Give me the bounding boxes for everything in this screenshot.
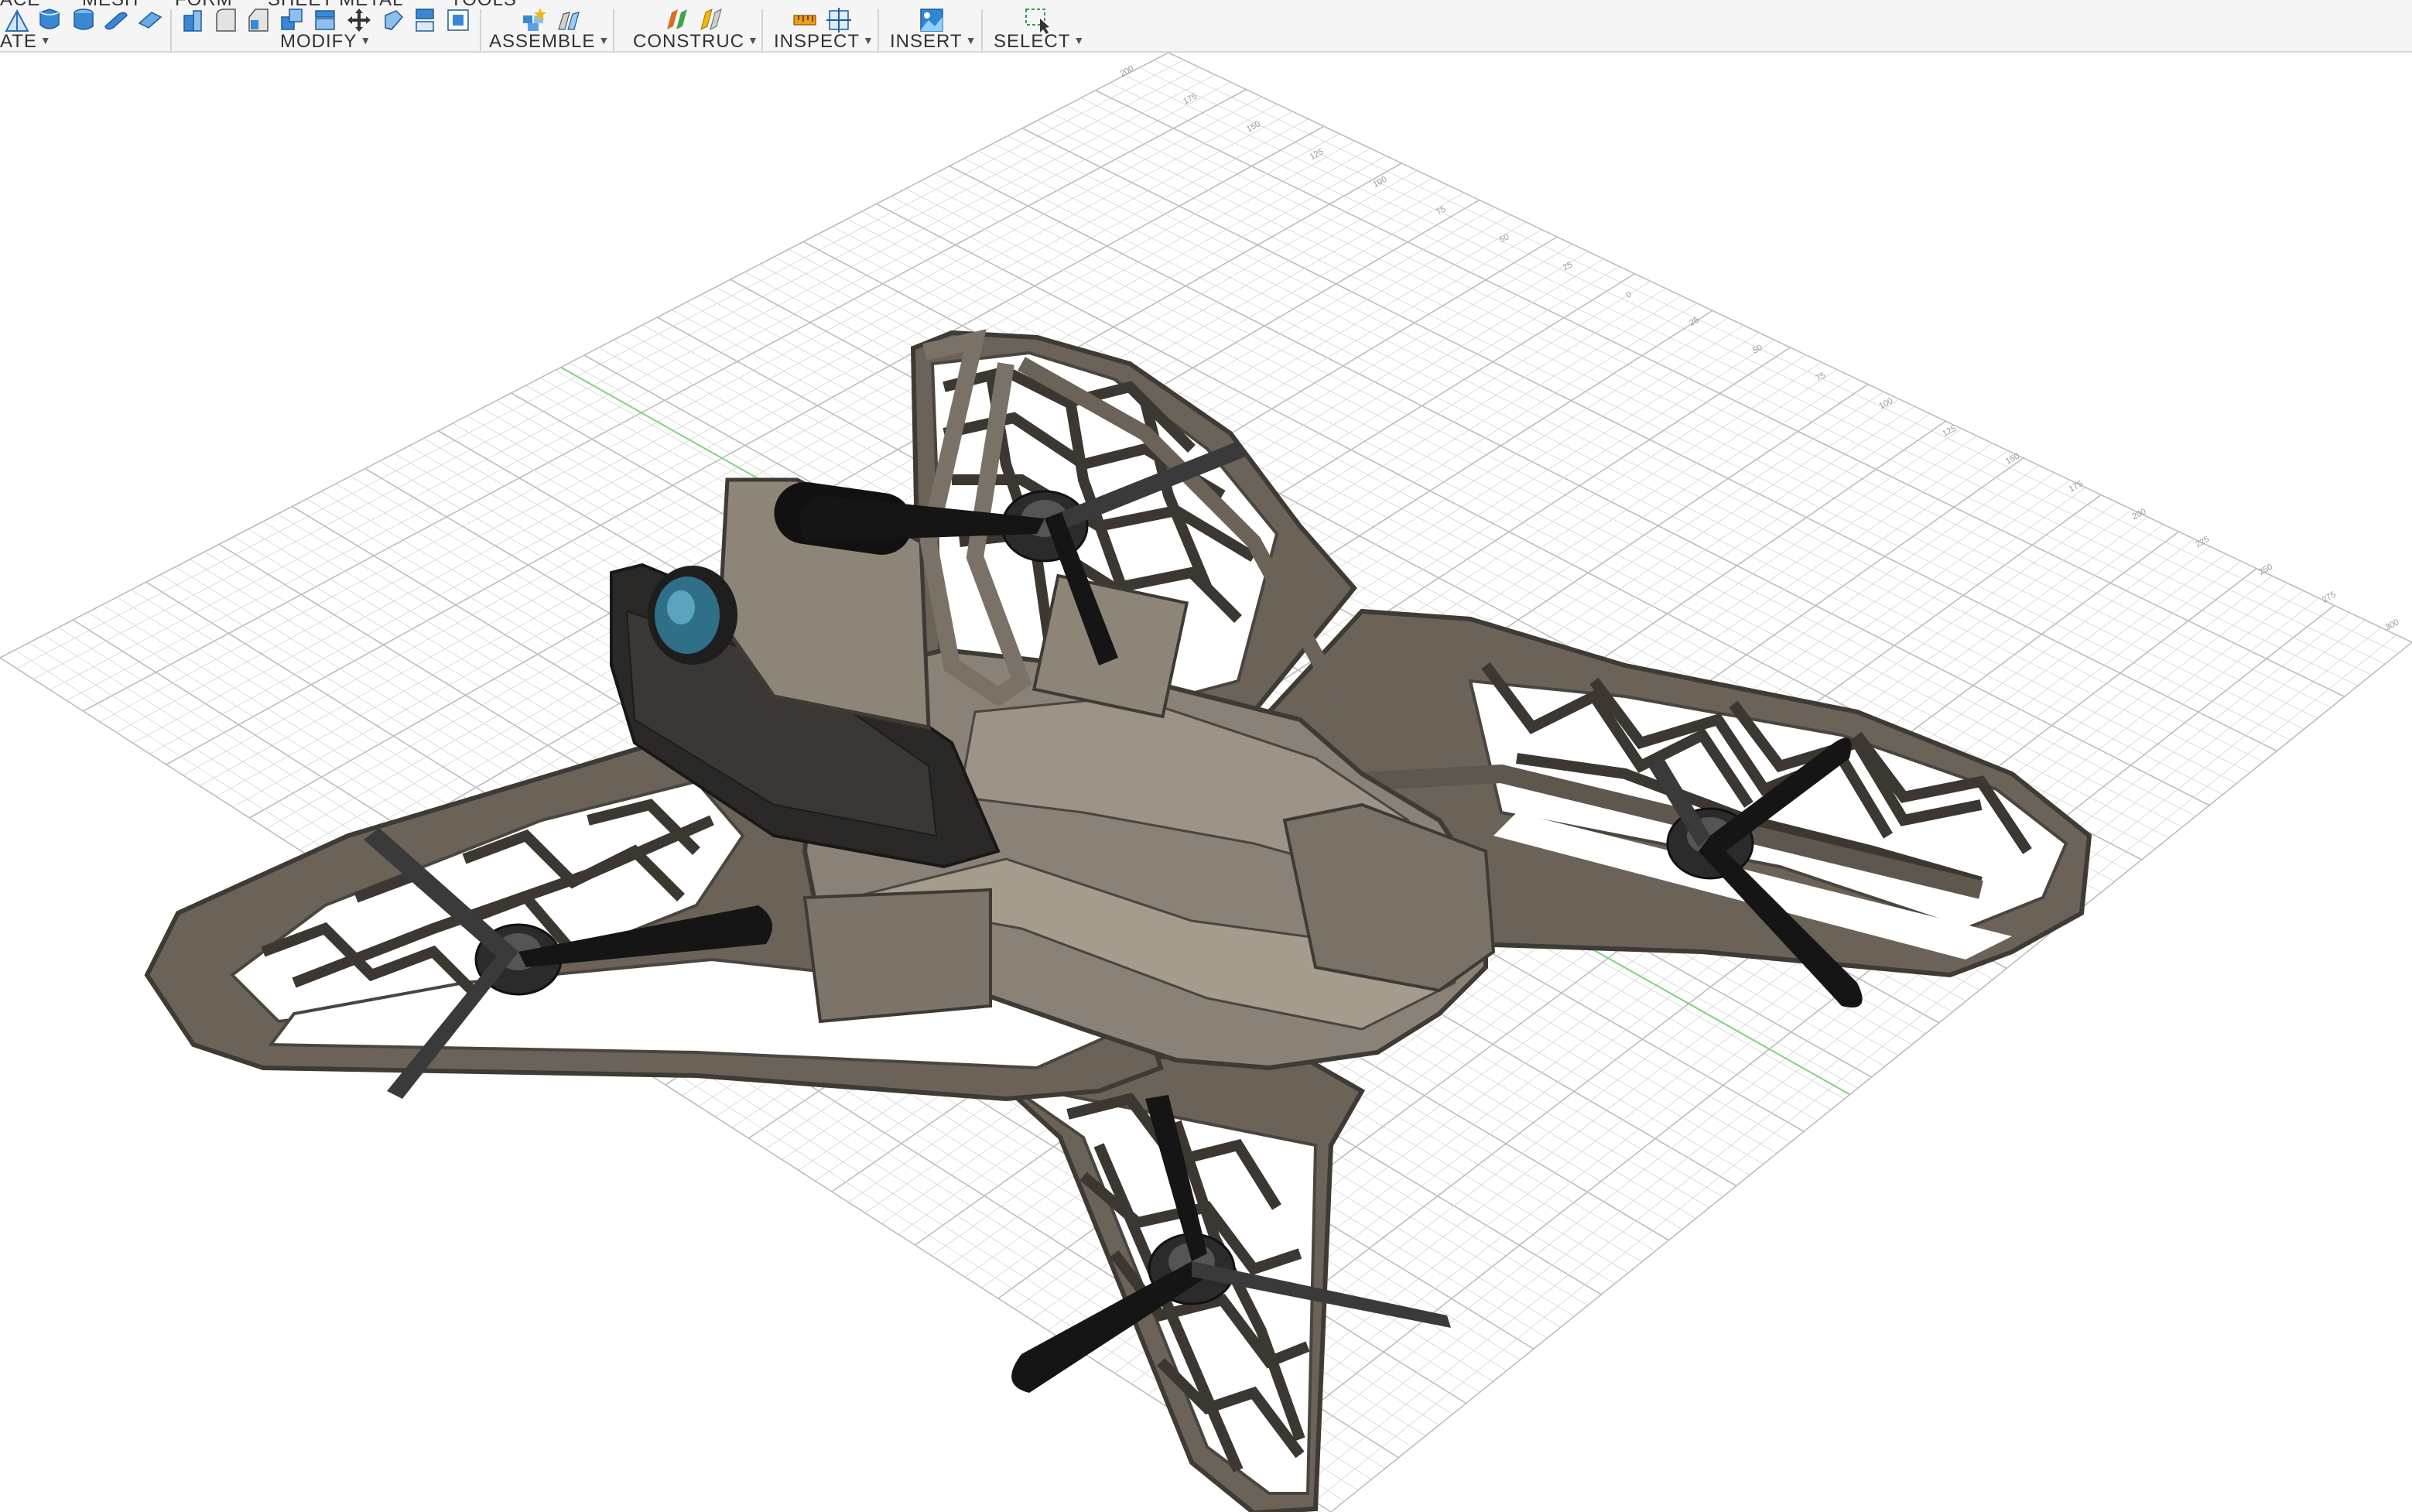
box-icon[interactable] <box>36 6 63 34</box>
grid-label: 250 <box>2257 563 2274 577</box>
group-select[interactable]: SELECT ▼ <box>994 31 1086 52</box>
toolbar: ACE MESH FORM SHEET METAL TOOLS <box>0 0 2412 53</box>
caret-down-icon: ▼ <box>39 34 52 46</box>
caret-down-icon: ▼ <box>863 34 874 46</box>
group-modify-label: MODIFY <box>280 31 358 52</box>
sphere-icon[interactable] <box>102 6 130 34</box>
group-insert[interactable]: INSERT ▼ <box>890 31 977 52</box>
group-inspect-label: INSPECT <box>774 31 860 52</box>
combine-icon[interactable] <box>279 6 306 34</box>
grid-label: 200 <box>1118 64 1135 79</box>
separator <box>613 9 614 51</box>
separator <box>878 9 879 51</box>
grid-label: 100 <box>1878 396 1895 411</box>
group-assemble-label: ASSEMBLE <box>489 31 596 52</box>
quadcopter-drone-model[interactable] <box>144 329 2092 1512</box>
grid-label: 75 <box>1435 204 1447 217</box>
grid-label: 175 <box>2068 479 2085 494</box>
caret-down-icon: ▼ <box>1073 34 1086 46</box>
grid-label: 50 <box>1751 343 1764 355</box>
grid-label: 150 <box>2004 452 2021 467</box>
chamfer-icon[interactable] <box>245 6 272 34</box>
move-icon[interactable] <box>345 6 373 34</box>
grid-label: 25 <box>1688 316 1700 328</box>
separator <box>981 9 983 51</box>
midplane-icon[interactable] <box>698 6 726 34</box>
select-window-icon[interactable] <box>1023 6 1051 34</box>
fillet-icon[interactable] <box>212 6 240 34</box>
caret-down-icon: ▼ <box>965 34 977 46</box>
grid-label: 200 <box>2131 507 2148 522</box>
measure-icon[interactable] <box>791 6 819 34</box>
group-select-label: SELECT <box>994 31 1071 52</box>
grid-label: 0 <box>1624 290 1633 300</box>
joint-icon[interactable] <box>554 6 582 34</box>
viewport-canvas[interactable]: 2001751501251007550250255075100125150175… <box>0 53 2412 1512</box>
grid-label: 100 <box>1371 175 1388 190</box>
plane-icon[interactable] <box>136 6 164 34</box>
caret-down-icon: ▼ <box>360 34 372 46</box>
section-analysis-icon[interactable] <box>825 6 853 34</box>
grid-label: 275 <box>2321 590 2338 604</box>
separator <box>761 9 763 51</box>
caret-down-icon: ▼ <box>598 34 611 46</box>
group-create[interactable]: ATE ▼ <box>0 31 52 52</box>
cylinder-icon[interactable] <box>70 6 98 34</box>
grid-label: 75 <box>1815 371 1827 383</box>
grid-label: 50 <box>1498 232 1510 245</box>
grid-label: 175 <box>1182 91 1199 106</box>
triangle-sketch-icon[interactable] <box>3 6 31 34</box>
grid-label: 300 <box>2384 617 2401 632</box>
scale-icon[interactable] <box>444 6 472 34</box>
group-assemble[interactable]: ASSEMBLE ▼ <box>489 31 611 52</box>
insert-image-icon[interactable] <box>918 6 946 34</box>
grid-label: 150 <box>1245 119 1262 134</box>
group-insert-label: INSERT <box>890 31 963 52</box>
3d-viewport[interactable]: 200 175 150 125 100 75 50 25 0 25 50 75 100 125 150 175… <box>0 53 2412 1512</box>
group-construct[interactable]: CONSTRUC ▼ <box>633 31 759 52</box>
offset-plane-icon[interactable] <box>664 6 692 34</box>
press-pull-icon[interactable] <box>180 6 207 34</box>
split-icon[interactable] <box>412 6 440 34</box>
new-component-icon[interactable] <box>520 6 548 34</box>
align-icon[interactable] <box>379 6 407 34</box>
group-modify[interactable]: MODIFY ▼ <box>280 31 372 52</box>
group-create-label: ATE <box>0 31 37 52</box>
camera-lens[interactable] <box>648 566 737 665</box>
shell-icon[interactable] <box>311 6 339 34</box>
group-inspect[interactable]: INSPECT ▼ <box>774 31 874 52</box>
separator <box>170 9 172 51</box>
separator <box>480 9 481 51</box>
group-construct-label: CONSTRUC <box>633 31 744 52</box>
caret-down-icon: ▼ <box>748 34 759 46</box>
